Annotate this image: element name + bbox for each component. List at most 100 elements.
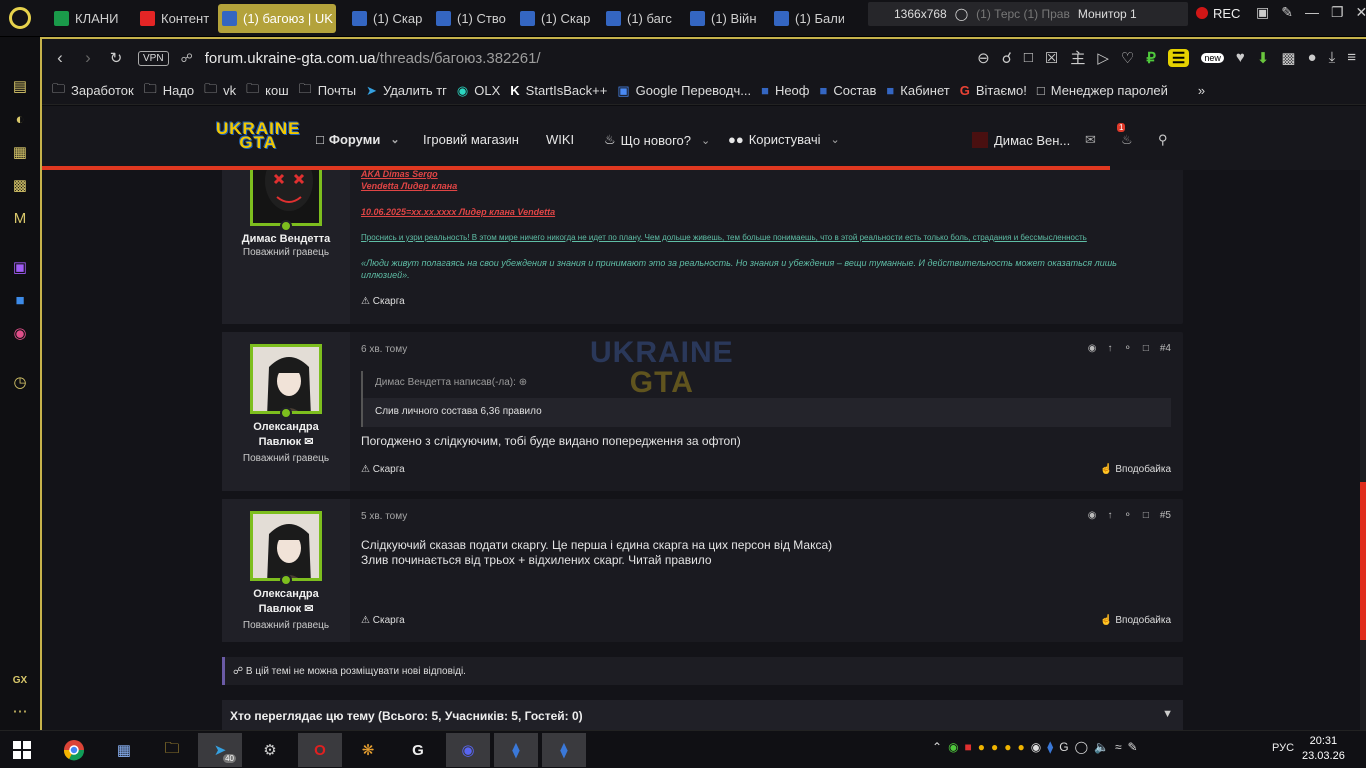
- volume-icon[interactable]: 🔈: [1094, 740, 1109, 754]
- m-icon[interactable]: M: [11, 210, 29, 228]
- downloads-icon[interactable]: ⤓: [1329, 49, 1336, 66]
- lock-icon[interactable]: ☍: [181, 51, 193, 65]
- tray-record-icon[interactable]: ■: [965, 740, 972, 754]
- discord-icon[interactable]: ◉: [446, 733, 490, 767]
- bookmark-icon[interactable]: □: [1143, 510, 1149, 521]
- instagram-icon[interactable]: ◉: [11, 325, 29, 343]
- bookmark-google-translate[interactable]: ▣ Google Переводч...: [617, 83, 751, 99]
- puzzle-extensions-icon[interactable]: ▩: [1281, 49, 1295, 67]
- minimize-icon[interactable]: —: [1305, 4, 1319, 21]
- post-author[interactable]: Димас Вендетта: [222, 232, 350, 247]
- tray-nvidia-icon[interactable]: ◯: [1075, 740, 1088, 754]
- tray-logitech-icon[interactable]: G: [1059, 740, 1068, 754]
- nav-whats-new[interactable]: ♨ Що нового? ⌄: [604, 132, 710, 148]
- tab-1[interactable]: КЛАНИ: [50, 4, 132, 33]
- nav-users[interactable]: ●● Користувачі ⌄: [728, 132, 840, 147]
- like-button[interactable]: ☝ Вподобайка: [1100, 615, 1171, 626]
- post-time[interactable]: 5 хв. тому: [361, 511, 407, 522]
- camera-icon[interactable]: ▣: [1256, 4, 1269, 21]
- monitor-select[interactable]: Монитор 1: [1078, 7, 1137, 21]
- game-launcher-icon[interactable]: ⧫: [494, 733, 538, 767]
- tray-coin-icon[interactable]: ●: [978, 740, 985, 754]
- bookmarks-overflow-icon[interactable]: »: [1198, 83, 1205, 98]
- file-explorer-icon[interactable]: 🗀: [150, 733, 194, 767]
- bag-icon[interactable]: ▦: [11, 144, 29, 162]
- chevron-down-icon[interactable]: ⌄: [390, 133, 399, 146]
- nav-wiki[interactable]: WIKI: [546, 132, 574, 147]
- post-author[interactable]: Олександра Павлюк ✉: [222, 587, 350, 617]
- tab-4[interactable]: (1) Скар: [348, 4, 422, 33]
- chevron-down-icon[interactable]: ⌄: [701, 134, 710, 147]
- share-icon[interactable]: ⚬: [1123, 343, 1131, 354]
- bookmark-sostav[interactable]: ■ Состав: [819, 83, 876, 98]
- scrollbar-thumb[interactable]: [1360, 482, 1366, 640]
- block-icon[interactable]: ☒: [1045, 49, 1058, 67]
- pen-icon[interactable]: ✎: [1281, 4, 1293, 21]
- report-button[interactable]: ⚠ Скарга: [361, 296, 405, 307]
- tray-coin-icon-3[interactable]: ●: [1004, 740, 1011, 754]
- notification-bell-icon[interactable]: 1 ♨: [1117, 123, 1133, 148]
- tray-expand-icon[interactable]: ⌃: [932, 740, 942, 754]
- tray-green-icon[interactable]: ◉: [948, 740, 958, 754]
- up-arrow-icon[interactable]: ↑: [1107, 510, 1112, 521]
- bookmark-delete-tg[interactable]: ➤ Удалить тг: [366, 83, 447, 99]
- vk-icon[interactable]: ■: [11, 292, 29, 310]
- calculator-icon[interactable]: ▦: [102, 733, 146, 767]
- share-icon[interactable]: ⚬: [1123, 510, 1131, 521]
- up-arrow-icon[interactable]: ↑: [1107, 343, 1112, 354]
- post-number[interactable]: #4: [1160, 343, 1171, 354]
- logitech-icon[interactable]: G: [396, 733, 440, 767]
- scrollbar[interactable]: [1360, 170, 1366, 730]
- telegram-icon[interactable]: ➤ 40: [198, 733, 242, 767]
- record-button[interactable]: REC: [1196, 4, 1240, 22]
- chrome-icon[interactable]: [52, 733, 96, 767]
- forward-arrow-icon[interactable]: ›: [74, 48, 102, 68]
- search-icon[interactable]: ⚲: [1158, 132, 1168, 148]
- opera-gx-logo-icon[interactable]: [9, 7, 31, 29]
- windows-start-icon[interactable]: [0, 733, 44, 767]
- nav-shop[interactable]: Ігровий магазин: [423, 132, 519, 147]
- twitch-icon[interactable]: ▣: [11, 259, 29, 277]
- quote-header[interactable]: Димас Вендетта написав(-ла): ⊕: [375, 377, 527, 388]
- post-time[interactable]: 6 хв. тому: [361, 344, 407, 355]
- profile-icon[interactable]: ●: [1308, 49, 1317, 66]
- signature-quote-link[interactable]: Проснись и узри реальность! В этом мире …: [361, 233, 1087, 242]
- nav-current-user[interactable]: Димас Вен...: [972, 132, 1070, 148]
- system-clock[interactable]: 20:31 23.03.26: [1302, 734, 1345, 764]
- bookmark-olx[interactable]: ◉ OLX: [457, 83, 500, 99]
- news-icon[interactable]: ▩: [11, 177, 29, 195]
- language-indicator[interactable]: РУС: [1272, 742, 1294, 754]
- bookmark-startisback[interactable]: K StartIsBack++: [510, 83, 607, 98]
- history-clock-icon[interactable]: ◷: [11, 374, 29, 392]
- heart-icon[interactable]: ♡: [1121, 49, 1134, 67]
- tab-3-active[interactable]: (1) багоюз | UK: [218, 4, 336, 33]
- reaction-icon[interactable]: ◉: [1088, 343, 1097, 354]
- pen-tray-icon[interactable]: ✎: [1128, 740, 1138, 754]
- like-button[interactable]: ☝ Вподобайка: [1100, 464, 1171, 475]
- tab-9[interactable]: (1) Бали: [770, 4, 844, 33]
- translate-icon[interactable]: 主: [1070, 47, 1085, 68]
- ruble-extension-icon[interactable]: ₽: [1146, 49, 1156, 67]
- pin-icon[interactable]: ☌: [1002, 49, 1012, 67]
- bookmark-neof[interactable]: ■ Неоф: [761, 83, 809, 98]
- tab-6[interactable]: (1) Скар: [516, 4, 590, 33]
- tray-coin-icon-2[interactable]: ●: [991, 740, 998, 754]
- tab-5[interactable]: (1) Ство: [432, 4, 506, 33]
- heart-extension-icon[interactable]: ♥: [1236, 49, 1245, 66]
- bookmark-kabinet[interactable]: ■ Кабинет: [886, 83, 949, 98]
- bookmark-icon[interactable]: □: [1143, 343, 1149, 354]
- bookmark-kosh[interactable]: 🗀 кош: [246, 80, 289, 102]
- bookmark-vitaemo[interactable]: G Вітаємо!: [960, 83, 1027, 98]
- avatar-oleksandra[interactable]: [250, 511, 322, 581]
- download-extension-icon[interactable]: ⬇: [1257, 49, 1270, 67]
- speedometer-icon[interactable]: ◐: [11, 111, 29, 129]
- ukraine-gta-logo[interactable]: UKRAINE GTA: [216, 120, 300, 151]
- post-author[interactable]: Олександра Павлюк ✉: [222, 420, 350, 450]
- reload-icon[interactable]: ↻: [102, 49, 130, 67]
- tab-8[interactable]: (1) Війн: [686, 4, 760, 33]
- yellow-extension-icon[interactable]: ☰: [1167, 48, 1190, 67]
- gx-label[interactable]: GX: [11, 672, 29, 690]
- avatar-oleksandra[interactable]: [250, 344, 322, 414]
- vpn-badge[interactable]: VPN: [138, 50, 169, 66]
- play-icon[interactable]: ▷: [1097, 49, 1109, 67]
